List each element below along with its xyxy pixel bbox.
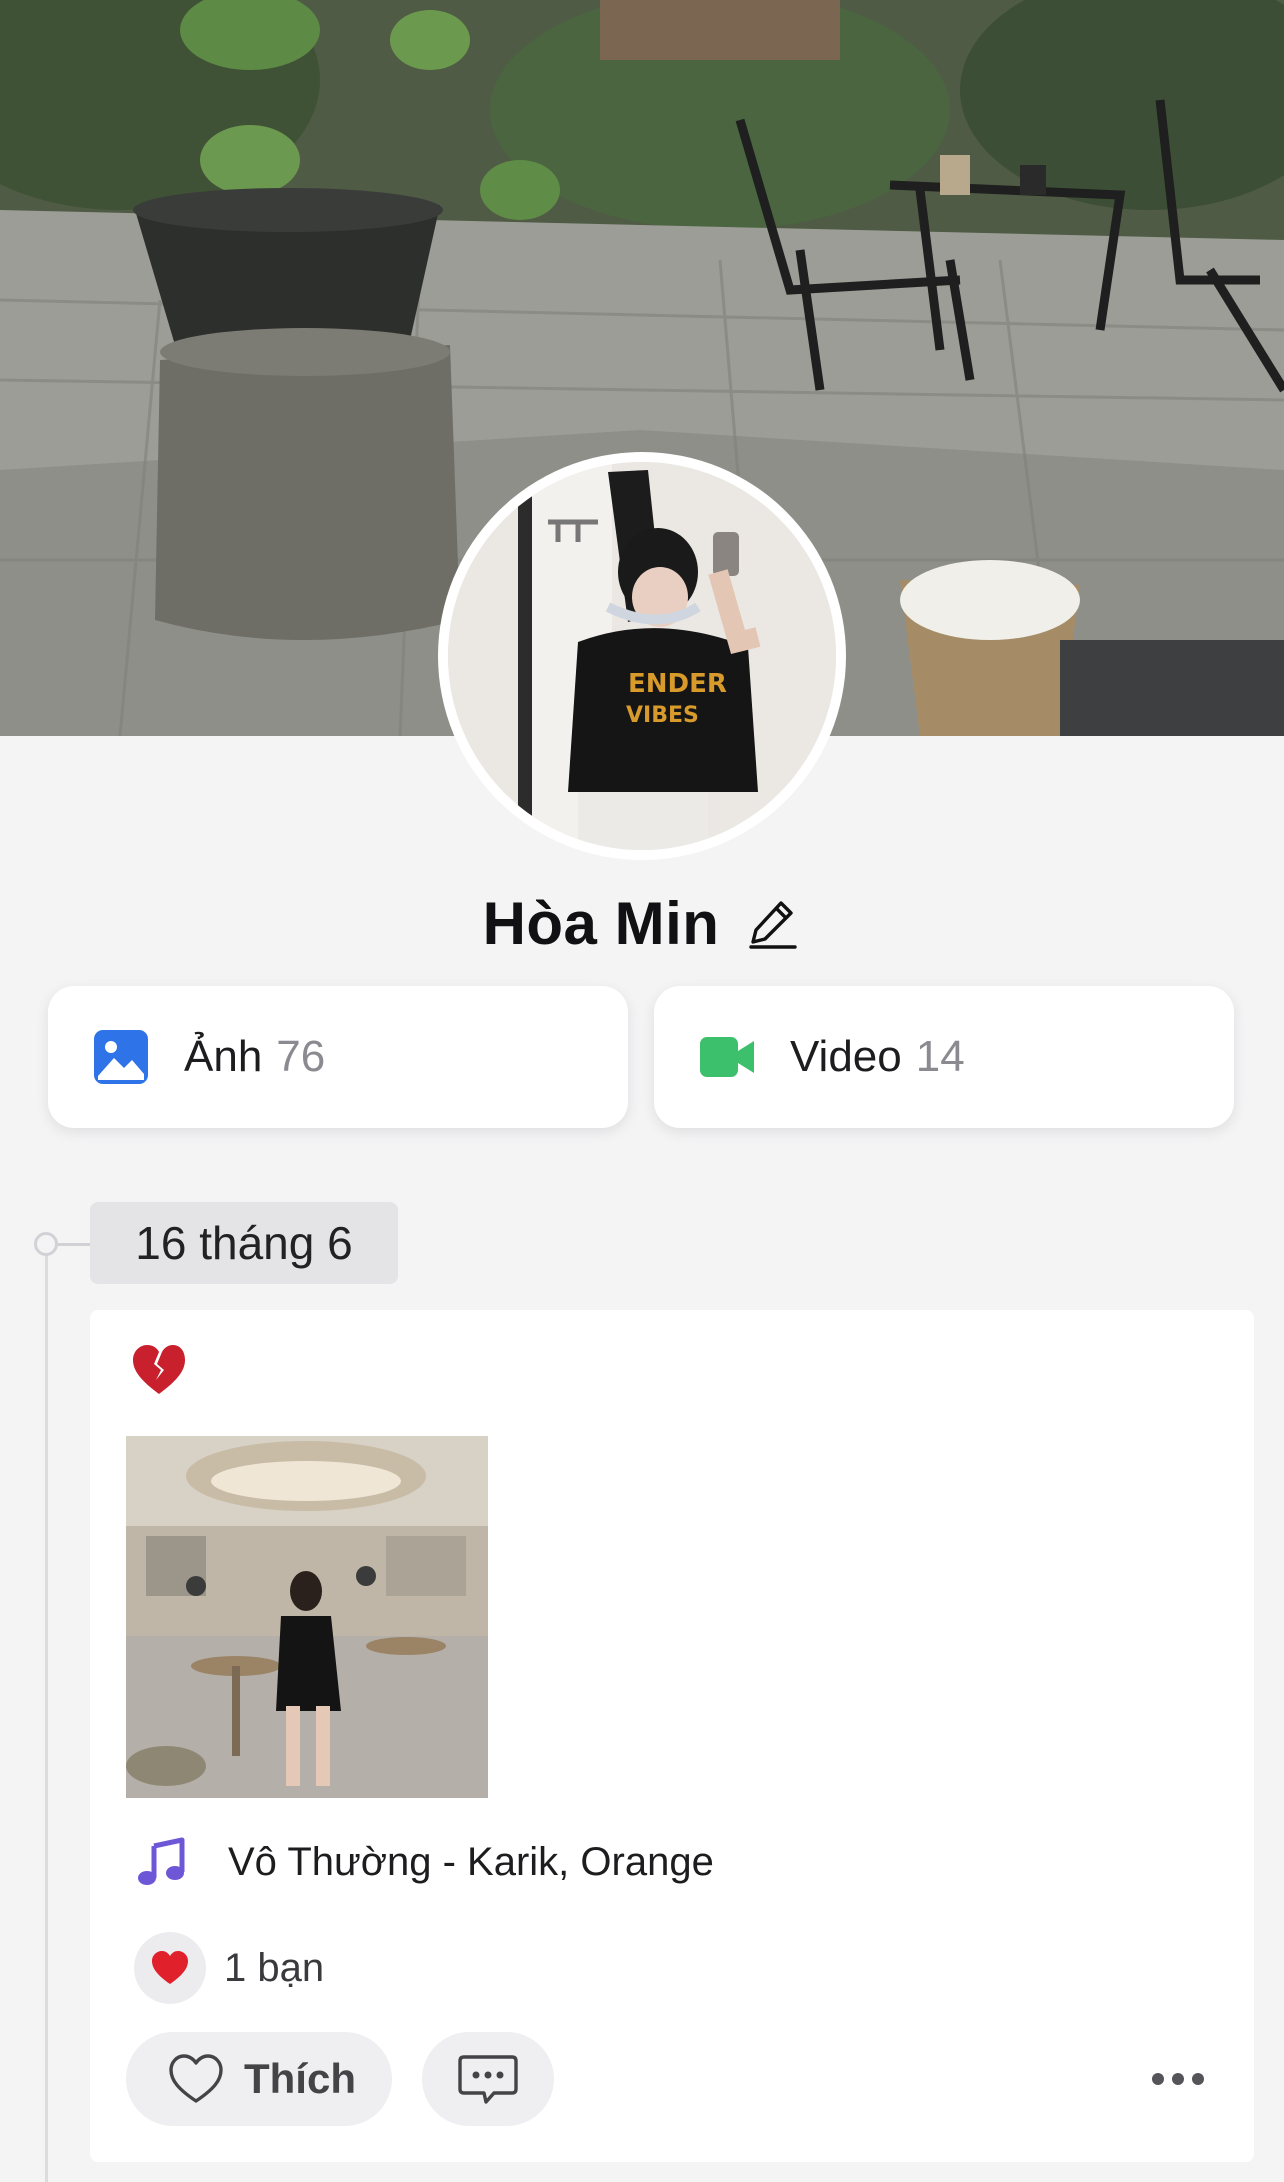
reaction-bubble xyxy=(134,1932,206,2004)
photos-label: Ảnh xyxy=(184,1032,263,1081)
svg-text:VIBES: VIBES xyxy=(626,703,699,728)
profile-name-row: Hòa Min xyxy=(0,880,1284,966)
pencil-edit-icon[interactable] xyxy=(745,895,801,951)
music-track[interactable]: Vô Thường - Karik, Orange xyxy=(136,1832,714,1892)
post-photo[interactable] xyxy=(126,1436,488,1798)
music-title: Vô Thường - Karik, Orange xyxy=(228,1839,714,1884)
videos-count: 14 xyxy=(915,1032,965,1081)
video-camera-icon xyxy=(700,1037,754,1077)
svg-text:ENDER: ENDER xyxy=(628,669,727,699)
more-icon xyxy=(1152,2073,1204,2085)
more-options-button[interactable] xyxy=(1140,2054,1216,2104)
profile-name: Hòa Min xyxy=(482,889,720,957)
timeline-line xyxy=(45,1252,48,2182)
profile-avatar[interactable]: ENDER VIBES xyxy=(438,452,846,860)
photos-card[interactable]: Ảnh 76 xyxy=(48,986,628,1128)
image-icon xyxy=(94,1030,148,1084)
reactions-summary[interactable]: 1 bạn xyxy=(134,1930,324,2006)
date-chip: 16 tháng 6 xyxy=(90,1202,398,1284)
post-photo-illustration xyxy=(126,1436,488,1798)
videos-label: Video xyxy=(790,1032,902,1081)
comment-button[interactable] xyxy=(422,2032,554,2126)
avatar-photo: ENDER VIBES xyxy=(448,462,836,850)
like-label: Thích xyxy=(244,2055,356,2102)
timeline-connector xyxy=(58,1243,92,1246)
red-heart-icon xyxy=(152,1951,188,1984)
comment-icon xyxy=(458,2055,518,2104)
reaction-count: 1 bạn xyxy=(224,1945,325,1990)
music-note-icon xyxy=(138,1837,185,1885)
videos-card[interactable]: Video 14 xyxy=(654,986,1234,1128)
heart-outline-icon xyxy=(169,2054,223,2103)
broken-heart-icon xyxy=(133,1345,185,1394)
photos-count: 76 xyxy=(276,1032,326,1081)
timeline-node xyxy=(34,1232,58,1256)
avatar-illustration: ENDER VIBES xyxy=(448,462,836,850)
like-button[interactable]: Thích xyxy=(126,2032,392,2126)
post-card: Vô Thường - Karik, Orange 1 bạn Thích xyxy=(90,1310,1254,2162)
